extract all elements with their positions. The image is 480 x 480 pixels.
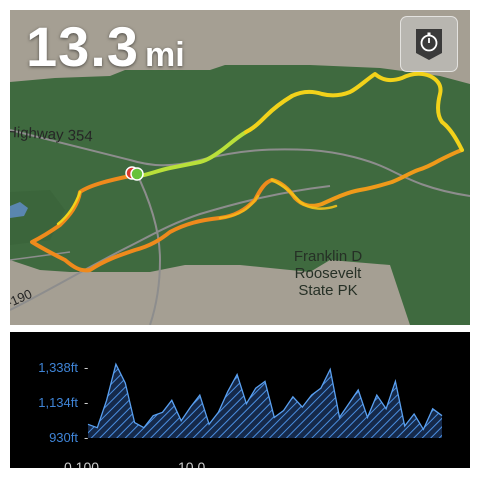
x-tick-label: 0.100 <box>64 459 99 468</box>
stopwatch-icon <box>416 29 442 60</box>
y-tick-label: 1,134ft <box>38 395 78 410</box>
park-label-line-3: State PK <box>298 282 358 299</box>
y-tick-mark: - <box>84 430 88 445</box>
start-marker <box>130 167 144 181</box>
elevation-chart[interactable]: 1,338ft -1,134ft -930ft - 0.100 10.0 <box>10 332 470 468</box>
distance-unit: mi <box>145 36 185 74</box>
route-map[interactable]: 13.3 mi Highway 354 y-190 Franklin D Roos… <box>10 10 470 325</box>
y-tick-label: 1,338ft <box>38 360 78 375</box>
y-tick-mark: - <box>84 395 88 410</box>
x-tick-label: 10.0 <box>178 459 205 468</box>
y-tick-label: 930ft <box>49 430 78 445</box>
distance-readout: 13.3 mi <box>26 14 185 79</box>
stopwatch-button[interactable] <box>400 16 458 72</box>
distance-value: 13.3 <box>26 15 139 78</box>
park-label-line-2: Roosevelt <box>294 265 362 282</box>
park-label-line-1: Franklin D <box>293 248 363 265</box>
y-tick-mark: - <box>84 360 88 375</box>
elevation-chart-svg: 1,338ft -1,134ft -930ft - 0.100 10.0 <box>38 360 443 468</box>
park-label: Franklin D Roosevelt State PK <box>268 248 388 299</box>
